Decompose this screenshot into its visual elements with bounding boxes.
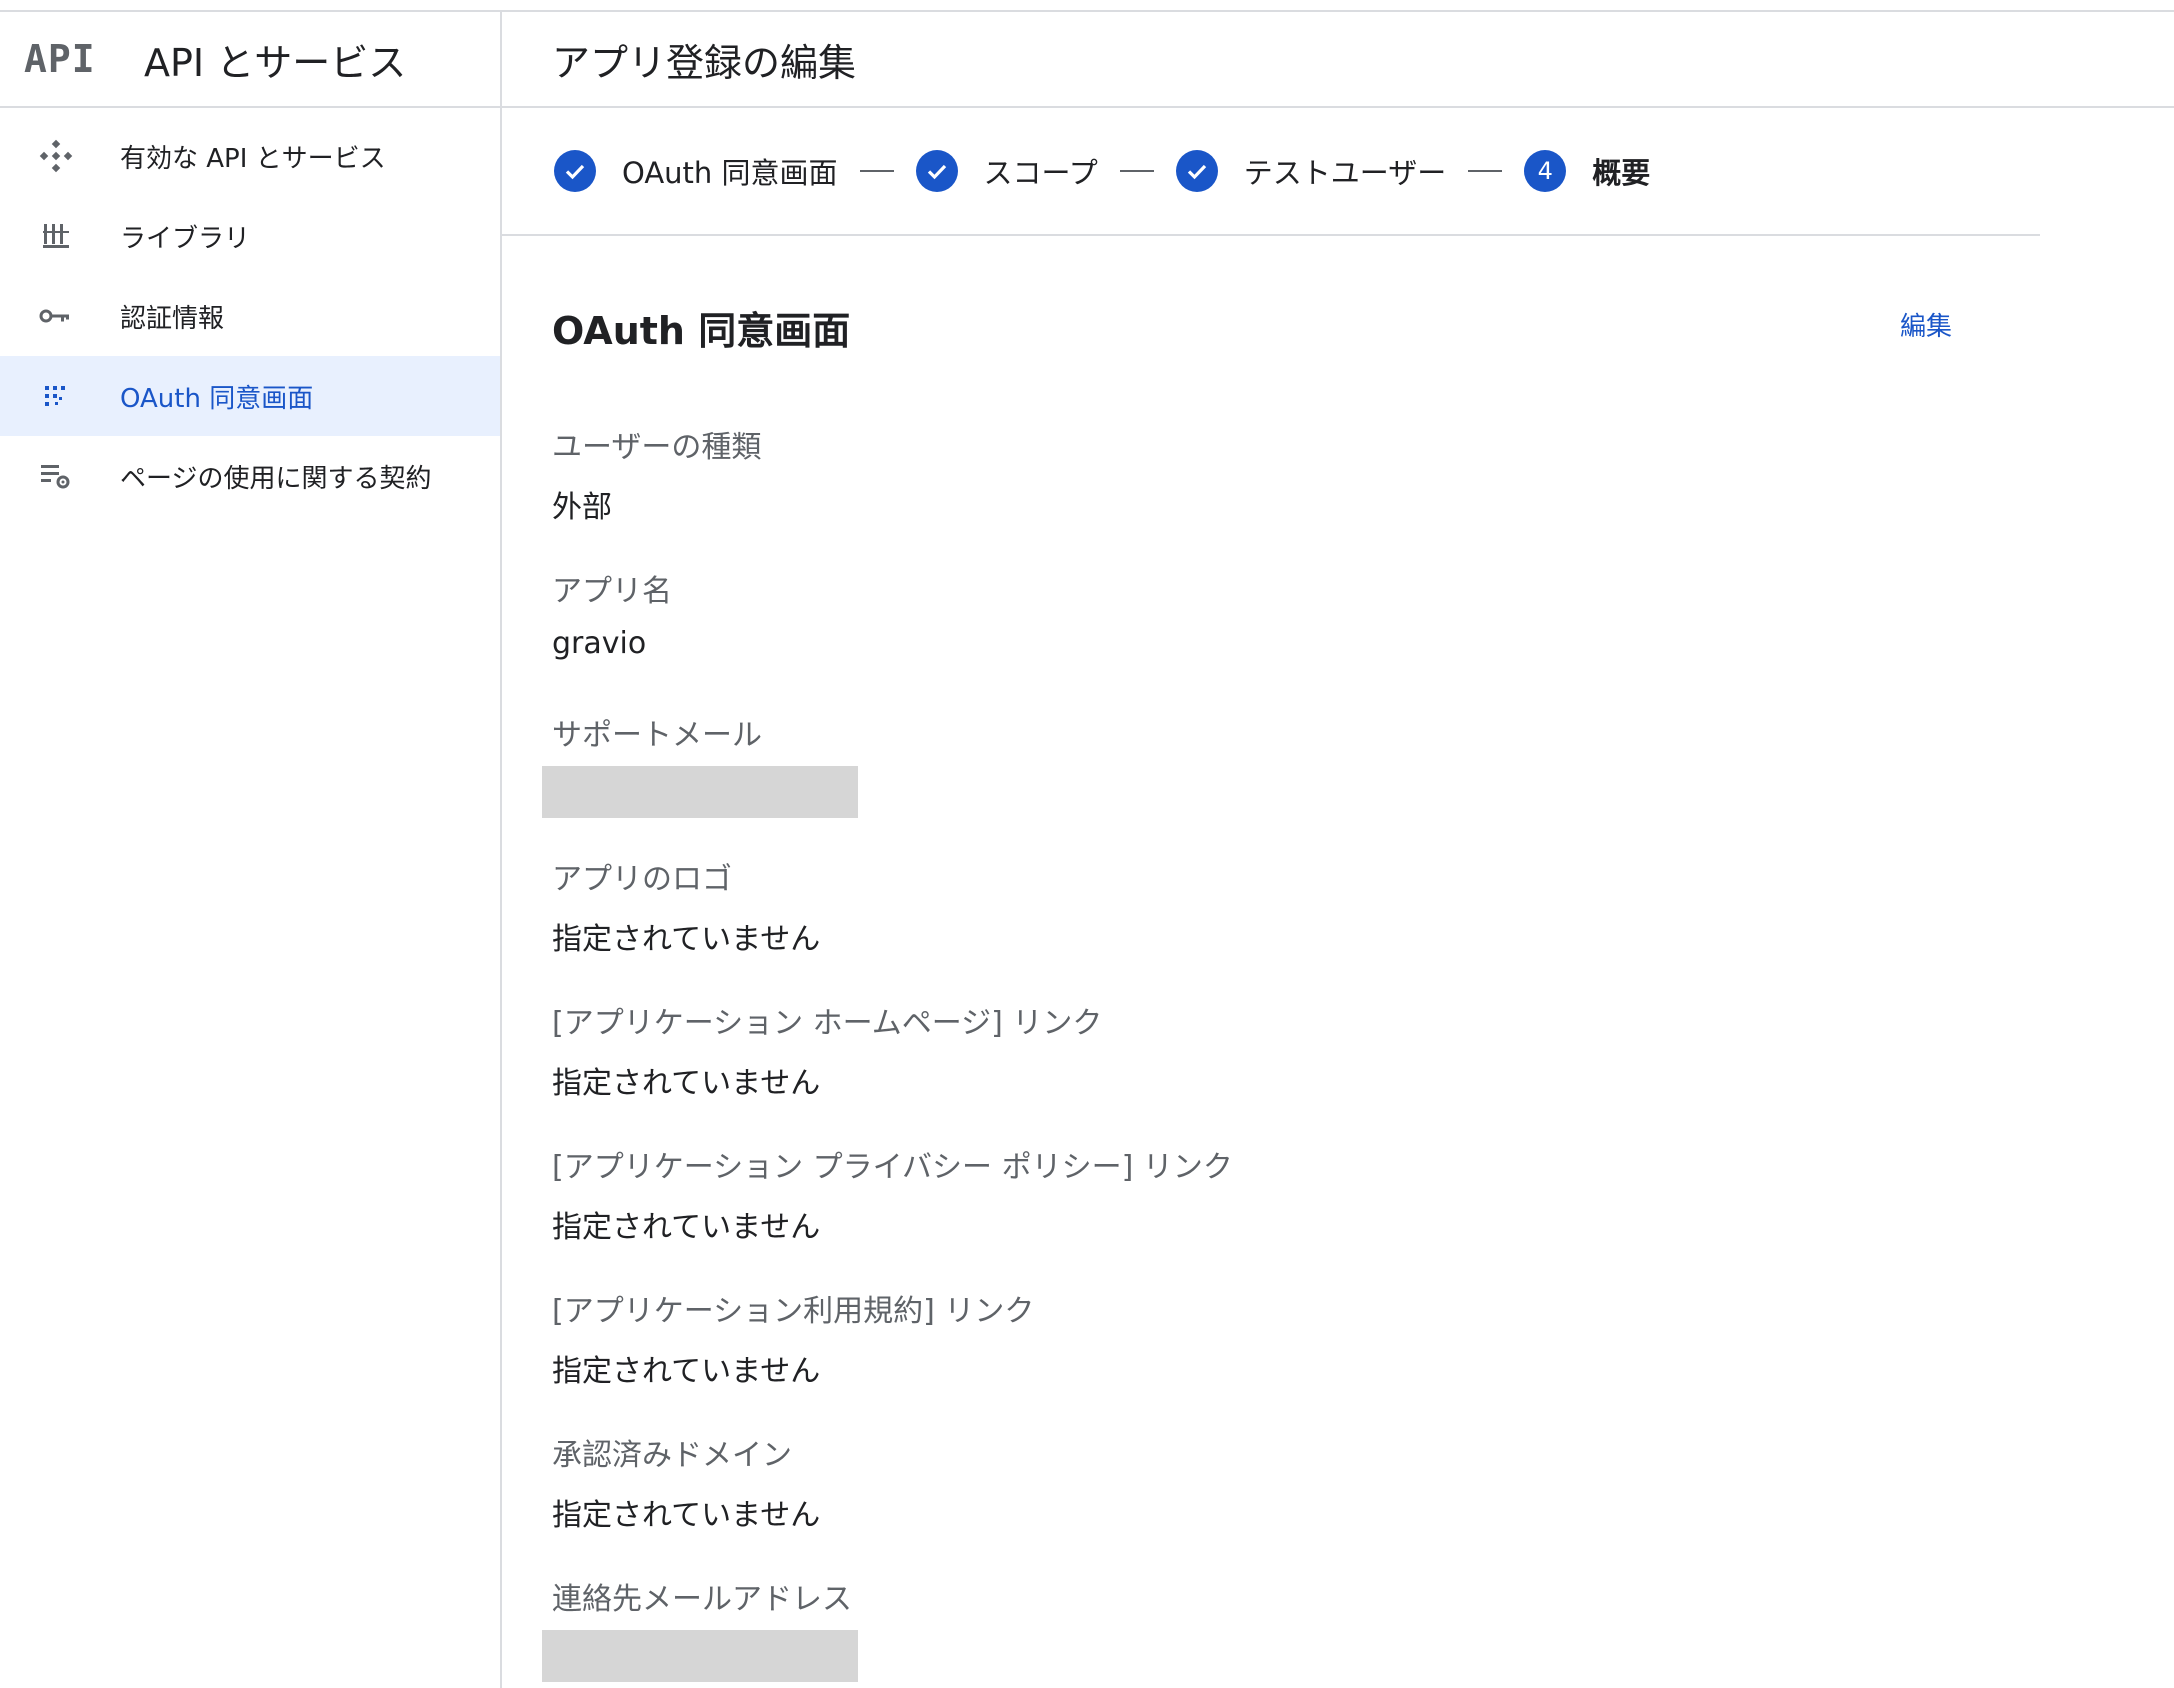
field-value: 指定されていません [552,1354,821,1389]
sidebar-title: API とサービス [144,40,407,85]
sidebar-item-label: ページの使用に関する契約 [120,463,432,494]
page-title: アプリ登録の編集 [552,40,857,85]
sidebar-item-label: OAuth 同意画面 [120,383,314,414]
step-oauth-consent[interactable]: OAuth 同意画面 [554,150,838,192]
field-value: 指定されていません [552,1210,821,1245]
field-label: [アプリケーション ホームページ] リンク [552,1006,1103,1041]
step-summary[interactable]: 4 概要 [1524,150,1650,192]
check-icon [554,150,596,192]
field-value: 外部 [552,490,612,525]
sidebar-nav: 有効な API とサービス ライブラリ 認証情報 OAuth 同意画面 ページの… [0,108,500,516]
step-test-users[interactable]: テストユーザー [1175,150,1447,192]
main-header: アプリ登録の編集 [502,12,2174,108]
field-contact-email: 連絡先メールアドレス [542,1574,858,1682]
check-icon [1175,150,1218,192]
field-terms-link: [アプリケーション利用規約] リンク 指定されていません [552,1286,1034,1390]
section-title: OAuth 同意画面 [552,309,851,353]
redacted-value [542,1630,858,1682]
field-value: 指定されていません [552,1498,821,1533]
library-icon [36,216,76,256]
field-label: ユーザーの種類 [552,430,762,465]
redacted-value [542,766,858,818]
edit-link[interactable]: 編集 [1900,306,1952,343]
key-icon [36,296,76,336]
sidebar: API API とサービス 有効な API とサービス ライブラリ 認証情報 O… [0,12,502,1688]
field-app-name: アプリ名 gravio [552,566,672,661]
sidebar-item-page-usage-agreements[interactable]: ページの使用に関する契約 [0,436,500,516]
sidebar-item-library[interactable]: ライブラリ [0,196,500,276]
step-label: 概要 [1592,156,1651,190]
field-value: 指定されていません [552,922,821,957]
step-separator [859,170,894,172]
sidebar-item-enabled-apis[interactable]: 有効な API とサービス [0,116,500,196]
step-separator [1468,170,1503,172]
field-user-type: ユーザーの種類 外部 [552,422,761,526]
field-label: 承認済みドメイン [552,1438,792,1473]
check-icon [915,150,958,192]
field-label: サポートメール [552,718,762,753]
step-separator [1119,170,1154,172]
field-homepage-link: [アプリケーション ホームページ] リンク 指定されていません [552,998,1102,1102]
sidebar-item-label: 認証情報 [120,303,225,334]
step-label: テストユーザー [1243,156,1447,190]
field-label: アプリのロゴ [552,862,732,897]
step-scopes[interactable]: スコープ [915,150,1098,192]
top-divider [0,0,2174,12]
step-number: 4 [1524,150,1567,192]
settings-list-icon [36,456,76,496]
field-label: アプリ名 [552,574,672,609]
stepper: OAuth 同意画面 スコープ テストユーザー 4 概要 [502,108,2040,236]
field-app-logo: アプリのロゴ 指定されていません [552,854,820,958]
api-diamond-icon [36,136,76,176]
consent-dots-icon [36,376,76,416]
field-privacy-policy-link: [アプリケーション プライバシー ポリシー] リンク 指定されていません [552,1142,1233,1246]
field-authorized-domains: 承認済みドメイン 指定されていません [552,1430,820,1534]
step-label: OAuth 同意画面 [622,156,838,190]
field-value: gravio [552,626,647,661]
field-value: 指定されていません [552,1066,821,1101]
field-label: [アプリケーション利用規約] リンク [552,1294,1035,1329]
api-logo: API [24,37,96,81]
main-content: アプリ登録の編集 OAuth 同意画面 スコープ テストユーザー 4 概要 OA… [502,12,2174,1688]
field-label: [アプリケーション プライバシー ポリシー] リンク [552,1150,1233,1185]
sidebar-header: API API とサービス [0,12,500,108]
sidebar-item-credentials[interactable]: 認証情報 [0,276,500,356]
sidebar-item-label: 有効な API とサービス [120,143,386,174]
step-label: スコープ [983,156,1098,190]
sidebar-item-oauth-consent[interactable]: OAuth 同意画面 [0,356,500,436]
sidebar-item-label: ライブラリ [120,223,251,254]
field-label: 連絡先メールアドレス [552,1582,852,1617]
field-support-email: サポートメール [542,710,858,818]
